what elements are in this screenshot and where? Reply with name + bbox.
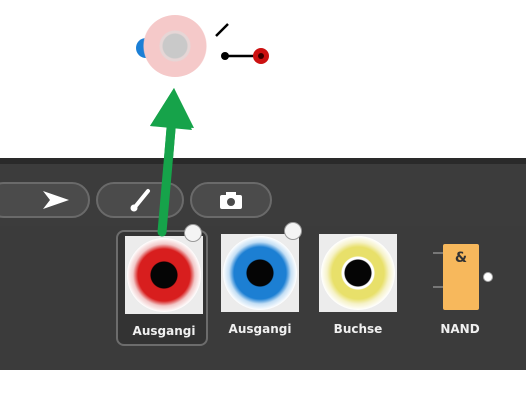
nand-symbol: & (454, 250, 468, 266)
arrow-pointer-icon (43, 191, 69, 209)
palette-item-yellow-jack[interactable]: Buchse (312, 230, 404, 346)
badge-icon (284, 222, 302, 240)
red-jack-icon (127, 238, 201, 312)
select-tool-button[interactable] (0, 182, 90, 218)
nand-thumbnail: & (421, 234, 499, 312)
nand-gate-icon: & (443, 244, 479, 310)
badge-icon (184, 224, 202, 242)
palette-item-label: NAND (440, 322, 480, 336)
palette-item-nand[interactable]: & NAND (414, 230, 506, 346)
palette-item-label: Buchse (333, 322, 383, 336)
nand-output-icon (483, 272, 493, 282)
camera-icon (220, 192, 242, 209)
red-jack-thumbnail (125, 236, 203, 314)
palette-footer (0, 370, 526, 398)
blue-jack-thumbnail (221, 234, 299, 312)
toolbar (0, 158, 526, 226)
palette-item-label: Ausgangi (132, 324, 196, 338)
palette-item-blue-jack[interactable]: Ausgangi (214, 222, 306, 346)
circuit-canvas[interactable] (0, 0, 526, 160)
palette-item-red-jack[interactable]: Ausgangi (116, 224, 208, 346)
paintbrush-icon (130, 189, 150, 212)
palette-item-label: Ausgangi (228, 322, 292, 336)
green-drag-arrow-icon (150, 88, 192, 160)
yellow-jack-icon (321, 236, 395, 310)
yellow-jack-thumbnail (319, 234, 397, 312)
camera-tool-button[interactable] (190, 182, 272, 218)
paint-tool-button[interactable] (96, 182, 184, 218)
blue-jack-icon (223, 236, 297, 310)
